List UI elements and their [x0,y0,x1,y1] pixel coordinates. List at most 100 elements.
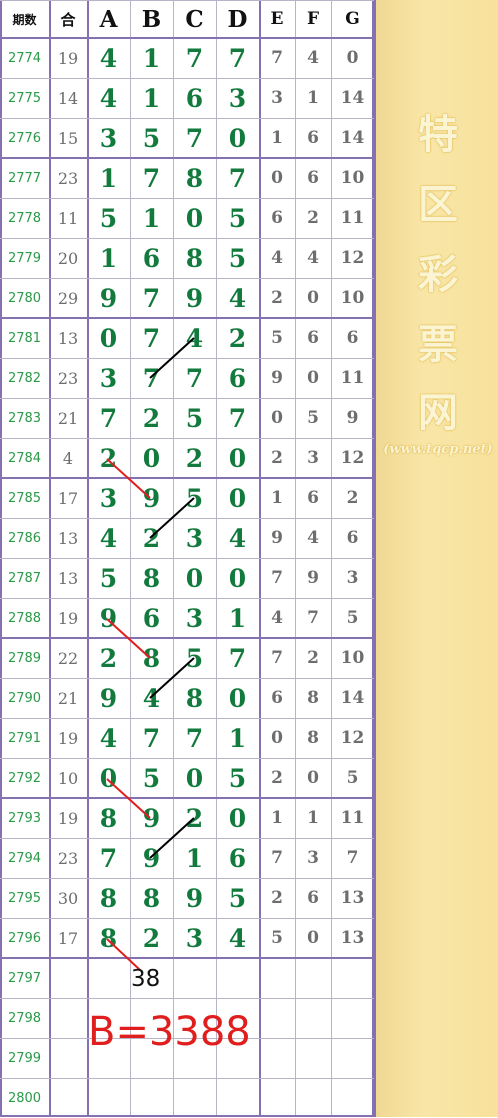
table-cell-period: 2786 [7,530,42,546]
table-cell-a: 3 [99,123,118,153]
table-cell-a: 4 [99,83,118,113]
table-cell-e [259,998,295,1038]
table-cell-e: 2 [271,448,283,468]
table-cell-d: 4 [228,283,247,313]
table-cell-period: 2782 [7,370,42,386]
table-cell-sum: 23 [57,848,79,868]
table-cell-sum: 13 [57,568,79,588]
table-cell-period: 2799 [7,1050,42,1066]
table-cell-c: 7 [185,123,204,153]
table-cell-sum: 14 [57,88,79,108]
table-cell-sum: 21 [57,688,79,708]
table-cell-f: 0 [307,368,319,388]
watermark-char: 区 [418,181,458,228]
table-cell-g: 2 [346,488,359,508]
table-cell-period: 2790 [7,690,42,706]
table-cell-f: 3 [307,848,319,868]
table-cell-a: 9 [99,683,118,713]
table-cell-sum: 20 [57,248,79,268]
table-cell-f: 6 [307,128,319,148]
table-cell-period: 2783 [7,410,42,426]
table-cell-b: 0 [142,443,161,473]
table-cell-d: 1 [228,723,247,753]
table-cell-d: 7 [228,163,247,193]
table-cell-b: 7 [142,363,161,393]
table-cell-a: 4 [99,523,118,553]
table-cell-sum [49,1078,87,1118]
watermark-char: 特 [418,111,458,158]
table-cell-g: 12 [340,248,365,268]
table-cell-c: 4 [185,323,204,353]
table-cell-c: 9 [185,283,204,313]
table-cell-c: 2 [185,803,204,833]
table-cell-sum: 4 [62,448,74,468]
table-cell-sum: 23 [57,368,79,388]
table-cell-sum: 19 [57,728,79,748]
table-cell-period: 2796 [7,930,42,946]
table-cell-period: 2797 [7,970,42,986]
table-cell-a: 7 [99,403,118,433]
table-cell-g [331,1038,374,1078]
header-period: 期数 [12,12,37,27]
table-cell-g: 0 [346,48,359,68]
table-cell-e: 7 [271,848,283,868]
table-cell-a: 1 [99,243,118,273]
table-cell-e: 7 [271,48,283,68]
table-cell-period: 2784 [7,450,42,466]
table-cell-a: 8 [99,883,118,913]
table-cell-b: 2 [142,523,161,553]
table-cell-g [331,998,374,1038]
header-sum: 合 [60,10,76,29]
table-cell-c: 8 [185,243,204,273]
table-cell-d: 0 [228,123,247,153]
table-cell-g: 11 [340,808,365,828]
table-cell-d: 0 [228,443,247,473]
annotation-number: 38 [131,966,161,992]
table-cell-e: 1 [271,808,283,828]
table-cell-e: 0 [271,168,283,188]
watermark-char: 彩 [418,251,458,298]
header-d: D [227,5,248,33]
table-cell-period: 2798 [7,1010,42,1026]
table-cell-f: 4 [307,48,319,68]
table-cell-a: 9 [99,603,118,633]
table-cell-d [216,1078,259,1118]
table-cell-e [259,1038,295,1078]
table-cell-d: 3 [228,83,247,113]
table-cell-g: 6 [346,328,359,348]
table-cell-f: 0 [307,288,319,308]
table-cell-c: 0 [185,203,204,233]
table-cell-sum [49,998,87,1038]
table-cell-e: 7 [271,568,283,588]
table-cell-g: 13 [340,928,365,948]
table-cell-c: 3 [185,923,204,953]
table-cell-f [295,1038,331,1078]
table-cell-a: 7 [99,843,118,873]
table-cell-f: 2 [307,648,319,668]
table-cell-sum: 17 [57,488,79,508]
table-cell-period: 2779 [7,250,42,266]
table-cell-g [331,958,374,998]
table-cell-b: 5 [142,763,161,793]
table-cell-c [173,1078,216,1118]
table-cell-e: 7 [271,648,283,668]
table-cell-period: 2788 [7,610,42,626]
table-cell-b: 8 [142,883,161,913]
table-cell-sum: 19 [57,808,79,828]
header-b: B [141,5,162,33]
table-cell-f: 6 [307,328,319,348]
header-g: G [345,9,360,29]
table-cell-a: 2 [99,643,118,673]
table-cell-f: 7 [307,608,319,628]
table-cell-f: 6 [307,488,319,508]
table-cell-f: 9 [307,568,319,588]
table-cell-c: 5 [185,403,204,433]
table-cell-b: 8 [142,643,161,673]
table-cell-sum: 10 [57,768,79,788]
table-cell-a: 5 [99,563,118,593]
table-cell-sum [49,958,87,998]
table-cell-a: 9 [99,283,118,313]
table-cell-sum: 19 [57,608,79,628]
table-cell-e: 2 [271,888,283,908]
table-cell-e: 9 [271,528,283,548]
